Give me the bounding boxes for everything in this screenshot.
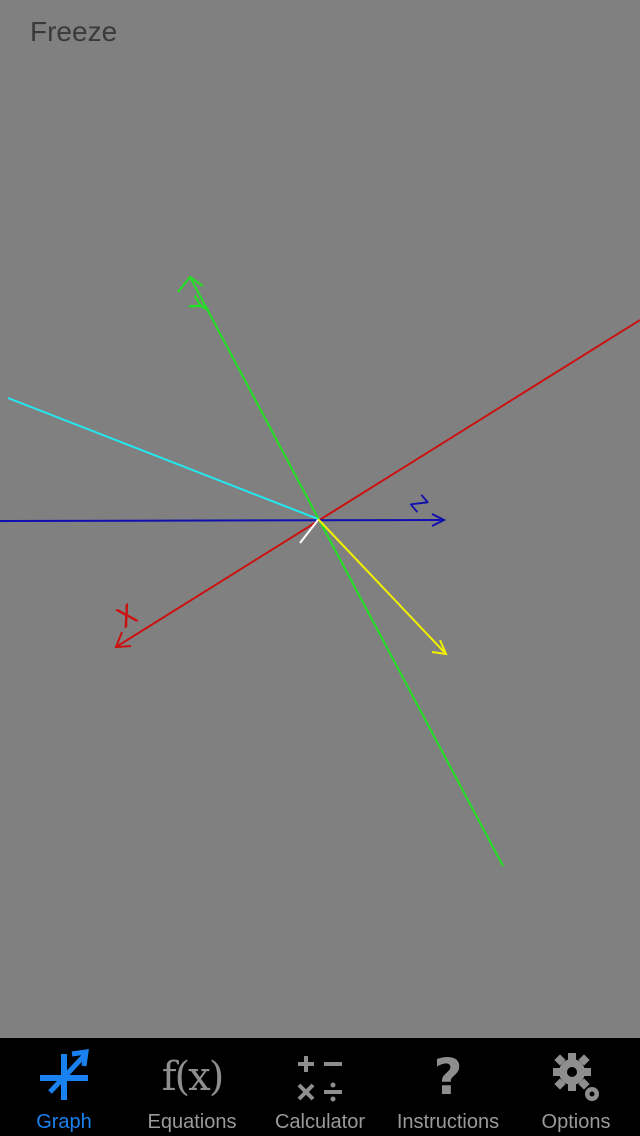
graph-screen: Y X Z Freeze Graph f(x) Equations Calcul… bbox=[0, 0, 640, 1136]
graph-icon bbox=[34, 1048, 94, 1106]
z-axis-label: Z bbox=[404, 491, 432, 517]
tab-options[interactable]: Options bbox=[512, 1038, 640, 1136]
y-axis-label: Y bbox=[185, 292, 219, 320]
cyan-vector-line bbox=[7, 397, 319, 520]
gear-icon bbox=[546, 1048, 606, 1106]
function-icon: f(x) bbox=[161, 1054, 225, 1100]
x-axis-label: X bbox=[111, 598, 142, 635]
tab-equations[interactable]: f(x) Equations bbox=[128, 1038, 256, 1136]
tab-bar: Graph f(x) Equations Calculator ? Instru… bbox=[0, 1038, 640, 1136]
tab-instructions[interactable]: ? Instructions bbox=[384, 1038, 512, 1136]
freeze-button[interactable]: Freeze bbox=[30, 16, 117, 48]
x-axis-line bbox=[115, 319, 640, 648]
z-axis-line bbox=[0, 519, 445, 522]
tab-graph[interactable]: Graph bbox=[0, 1038, 128, 1136]
tab-graph-label: Graph bbox=[36, 1111, 92, 1133]
tab-instructions-label: Instructions bbox=[396, 1111, 500, 1133]
calculator-icon bbox=[290, 1048, 350, 1106]
tab-equations-label: Equations bbox=[147, 1111, 237, 1133]
question-icon: ? bbox=[433, 1048, 463, 1106]
tab-calculator-label: Calculator bbox=[274, 1111, 366, 1133]
tab-calculator[interactable]: Calculator bbox=[256, 1038, 384, 1136]
graph-canvas[interactable]: Y X Z bbox=[0, 0, 640, 1040]
yellow-vector-line bbox=[317, 518, 447, 655]
tab-options-label: Options bbox=[541, 1111, 611, 1133]
